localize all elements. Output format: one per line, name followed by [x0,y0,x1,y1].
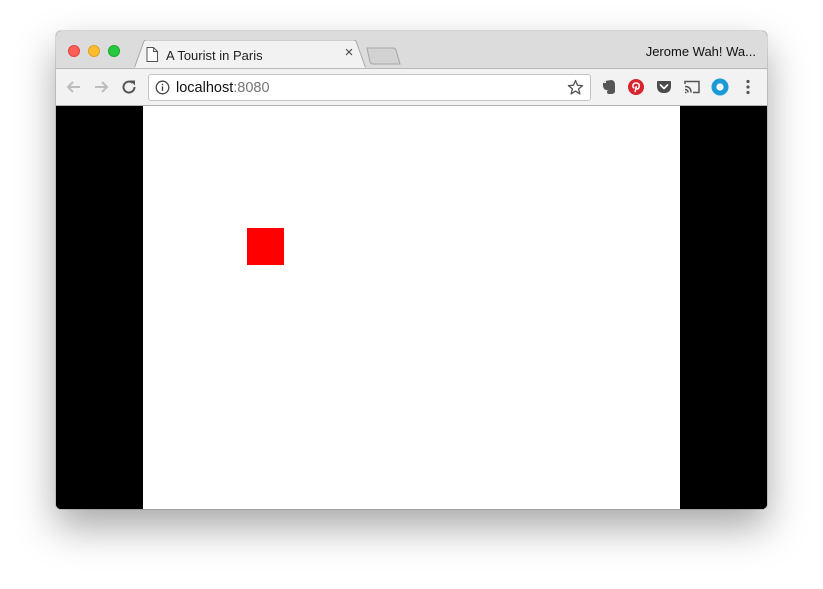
minimize-window-button[interactable] [88,45,100,57]
evernote-icon[interactable] [600,78,618,96]
info-icon[interactable] [155,80,170,95]
cast-icon[interactable] [683,78,701,96]
tab-close-icon[interactable]: × [342,45,356,60]
menu-dots-icon[interactable] [739,78,757,96]
pocket-icon[interactable] [655,78,673,96]
circle-extension-icon[interactable] [711,78,729,96]
new-tab-button[interactable] [366,47,402,65]
close-window-button[interactable] [68,45,80,57]
url-port: :8080 [233,80,270,96]
red-square-sprite [247,228,284,265]
forward-arrow-icon[interactable] [92,78,110,96]
tab-title: A Tourist in Paris [166,48,263,63]
page-viewport [56,106,767,509]
url-text[interactable]: localhost:8080 [176,80,270,96]
pinterest-icon[interactable] [627,78,645,96]
star-icon[interactable] [567,79,584,96]
toolbar: localhost:8080 [56,68,767,106]
tab-strip: A Tourist in Paris × Jerome Wah! Wa... [56,31,767,69]
browser-window: A Tourist in Paris × Jerome Wah! Wa... l… [56,31,767,509]
game-canvas[interactable] [143,106,680,509]
zoom-window-button[interactable] [108,45,120,57]
address-bar[interactable]: localhost:8080 [148,74,591,101]
profile-name[interactable]: Jerome Wah! Wa... [646,44,756,59]
tab-active[interactable]: A Tourist in Paris × [134,40,366,69]
back-arrow-icon[interactable] [65,78,83,96]
page-icon [146,47,158,62]
url-host: localhost [176,80,234,96]
reload-icon[interactable] [120,78,138,96]
